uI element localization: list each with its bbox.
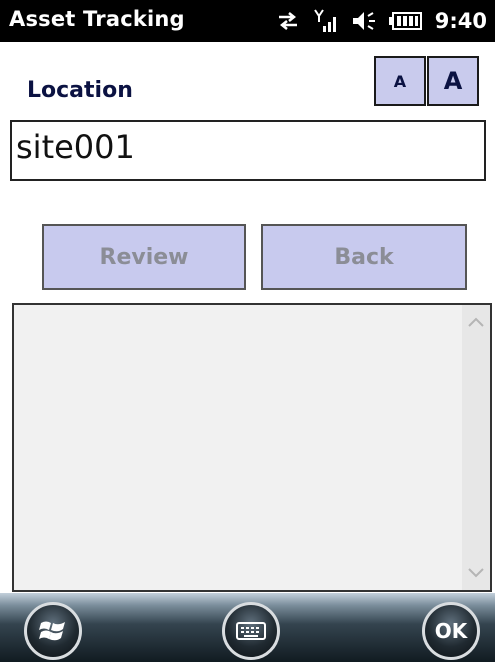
results-list-content bbox=[14, 305, 462, 590]
connectivity-icon[interactable] bbox=[275, 10, 301, 32]
location-label: Location bbox=[27, 78, 133, 103]
font-size-large-button[interactable]: A bbox=[427, 56, 479, 106]
back-button[interactable]: Back bbox=[261, 224, 467, 290]
clock: 9:40 bbox=[434, 9, 487, 33]
windows-start-icon[interactable] bbox=[24, 602, 82, 660]
signal-icon[interactable] bbox=[313, 8, 339, 34]
status-bar: Asset Tracking 9:40 bbox=[0, 0, 495, 42]
scroll-up-icon[interactable] bbox=[462, 307, 490, 337]
ok-button[interactable]: OK bbox=[422, 602, 480, 660]
app-title: Asset Tracking bbox=[9, 7, 185, 31]
scroll-down-icon[interactable] bbox=[462, 558, 490, 588]
font-size-small-button[interactable]: A bbox=[374, 56, 426, 106]
results-list[interactable] bbox=[12, 303, 492, 592]
review-button[interactable]: Review bbox=[42, 224, 246, 290]
volume-icon[interactable] bbox=[351, 9, 377, 33]
battery-icon[interactable] bbox=[388, 11, 423, 31]
location-input[interactable]: site001 bbox=[10, 120, 486, 181]
status-icons: 9:40 bbox=[275, 6, 487, 36]
keyboard-icon[interactable] bbox=[222, 602, 280, 660]
scrollbar[interactable] bbox=[462, 305, 490, 590]
